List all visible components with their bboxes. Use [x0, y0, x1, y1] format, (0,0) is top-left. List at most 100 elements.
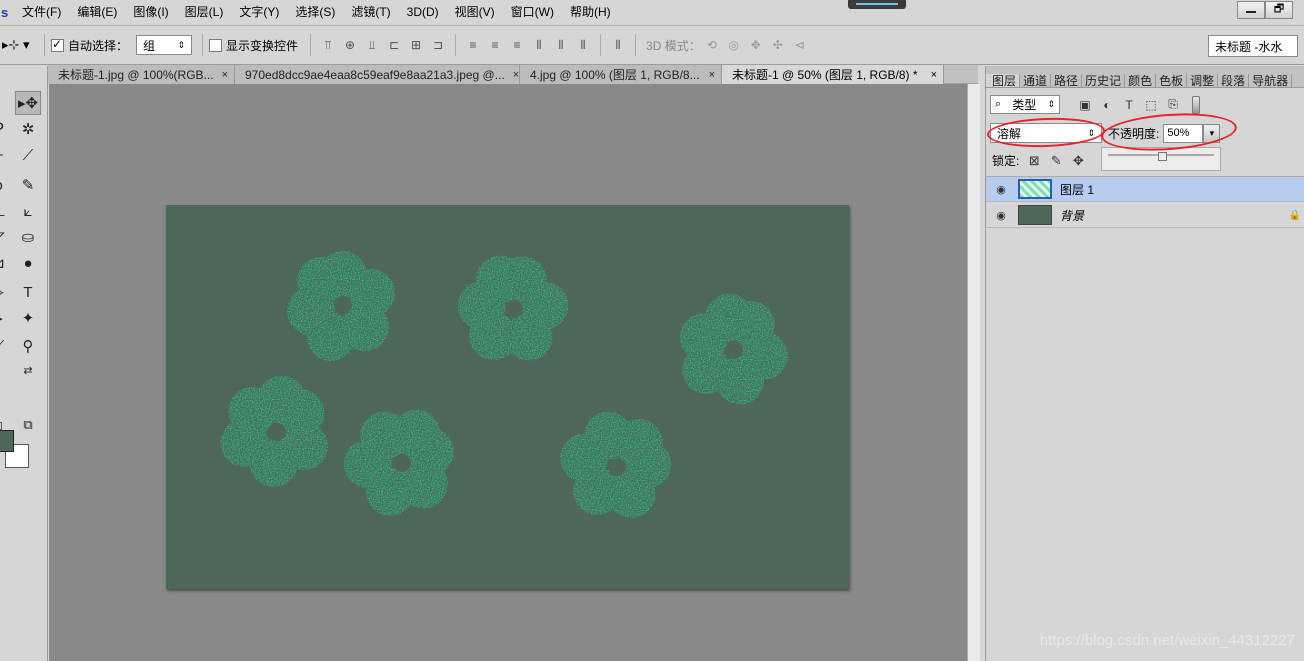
show-transform-checkbox[interactable] [209, 38, 223, 52]
tab-history[interactable]: 历史记 [1082, 74, 1126, 88]
tab-channels[interactable]: 通道 [1020, 74, 1052, 88]
type-filter-icon[interactable]: T [1118, 98, 1140, 112]
document-workspace[interactable] [49, 84, 967, 661]
tab-navigator[interactable]: 导航器 [1249, 74, 1293, 88]
align-hcenter-icon[interactable]: ⊞ [405, 34, 427, 56]
move-tool-icon[interactable]: ▸✥ [15, 91, 41, 115]
lock-transparent-icon[interactable]: ⊠ [1023, 153, 1045, 169]
layer-name[interactable]: 图层 1 [1060, 181, 1094, 198]
swap-colors-icon[interactable]: ⇄ [15, 358, 41, 382]
layer-name[interactable]: 背景 [1060, 207, 1084, 224]
tab-paragraph[interactable]: 段落 [1218, 74, 1250, 88]
3d-pan-icon[interactable]: ✥ [745, 34, 767, 56]
shape-filter-icon[interactable]: ⬚ [1140, 98, 1162, 112]
align-top-icon[interactable]: ⫪ [317, 34, 339, 56]
quick-mask-icon[interactable]: ◻ [0, 413, 4, 437]
paint-bucket-icon[interactable]: ⛀ [15, 225, 41, 249]
move-tool-preset-icon[interactable]: ▸⊹ ▾ [0, 37, 38, 53]
auto-align-icon[interactable]: ⫴ [607, 34, 629, 56]
workspace-select[interactable]: 未标题 -水水 [1208, 35, 1298, 57]
menu-3d[interactable]: 3D(D) [399, 0, 447, 25]
brush-icon[interactable]: ✎ [15, 173, 41, 197]
3d-scale-icon[interactable]: ⊲ [789, 34, 811, 56]
doc-tab[interactable]: 4.jpg @ 100% (图层 1, RGB/8... × [520, 65, 722, 84]
dodge-tool-icon[interactable]: ● [15, 251, 41, 275]
history-brush-icon[interactable]: ⟀ [15, 199, 41, 223]
tab-paths[interactable]: 路径 [1051, 74, 1083, 88]
pixel-filter-icon[interactable]: ▣ [1074, 98, 1096, 112]
doc-tab[interactable]: 未标题-1.jpg @ 100%(RGB... × [48, 65, 235, 84]
menu-help[interactable]: 帮助(H) [562, 0, 619, 25]
stamp-tool-icon[interactable]: ⊥ [0, 199, 6, 223]
menu-image[interactable]: 图像(I) [125, 0, 176, 25]
opacity-input[interactable]: 50% [1163, 123, 1204, 143]
tab-color[interactable]: 颜色 [1125, 74, 1157, 88]
align-right-icon[interactable]: ⊐ [427, 34, 449, 56]
layer-row[interactable]: ◉ 背景 🔒 [986, 203, 1304, 228]
path-select-icon[interactable]: ▸ [0, 306, 4, 330]
layer-row[interactable]: ◉ 图层 1 [986, 177, 1304, 202]
close-icon[interactable]: × [222, 69, 228, 81]
type-tool-icon[interactable]: T [15, 280, 41, 304]
align-vcenter-icon[interactable]: ⊕ [339, 34, 361, 56]
auto-select-checkbox[interactable] [51, 37, 64, 52]
blur-tool-icon[interactable]: ⊿ [0, 251, 5, 275]
vertical-scrollbar[interactable] [967, 84, 980, 661]
adjustment-filter-icon[interactable]: ◐ [1096, 98, 1118, 112]
tab-swatches[interactable]: 色板 [1156, 74, 1188, 88]
menu-filter[interactable]: 滤镜(T) [343, 0, 398, 25]
distribute-vcenter-icon[interactable]: ≡ [484, 34, 506, 56]
shape-tool-icon[interactable]: ✦ [15, 306, 41, 330]
eraser-icon[interactable]: ◸ [0, 225, 5, 249]
minimize-button[interactable] [1237, 1, 1265, 19]
distribute-hcenter-icon[interactable]: ⦀ [550, 34, 572, 56]
lock-position-icon[interactable]: ✥ [1067, 153, 1089, 169]
restore-button[interactable]: 🗗 [1265, 1, 1293, 19]
lock-image-icon[interactable]: ✎ [1045, 153, 1067, 169]
screen-mode-icon[interactable]: ⧉ [15, 413, 41, 437]
chevron-down-icon: ▾ [1209, 127, 1215, 138]
3d-slide-icon[interactable]: ✣ [767, 34, 789, 56]
filter-toggle-icon[interactable] [1192, 95, 1200, 114]
menu-view[interactable]: 视图(V) [447, 0, 503, 25]
zoom-tool-icon[interactable]: ⚲ [15, 334, 41, 358]
align-bottom-icon[interactable]: ⫫ [361, 34, 383, 56]
opacity-dropdown-button[interactable]: ▾ [1203, 123, 1221, 143]
3d-rotate-icon[interactable]: ⟲ [701, 34, 723, 56]
close-icon[interactable]: × [709, 69, 715, 81]
tab-layers[interactable]: 图层 [986, 74, 1021, 88]
3d-roll-icon[interactable]: ◎ [723, 34, 745, 56]
menu-select[interactable]: 选择(S) [287, 0, 343, 25]
lasso-tool-icon[interactable]: ᑭ [0, 117, 4, 141]
distribute-top-icon[interactable]: ≡ [462, 34, 484, 56]
tab-adjustments[interactable]: 调整 [1187, 74, 1219, 88]
smart-object-filter-icon[interactable]: ⎘ [1162, 97, 1184, 112]
menu-window[interactable]: 窗口(W) [503, 0, 562, 25]
align-left-icon[interactable]: ⊏ [383, 34, 405, 56]
healing-tool-icon[interactable]: ᴐ [0, 173, 4, 197]
close-icon[interactable]: × [513, 69, 519, 81]
kind-filter-select[interactable]: ⌕ 类型 ⇕ [990, 95, 1060, 114]
distribute-right-icon[interactable]: ⦀ [572, 34, 594, 56]
eye-icon[interactable]: ◉ [986, 209, 1016, 222]
menu-edit[interactable]: 编辑(E) [69, 0, 125, 25]
menu-type[interactable]: 文字(Y) [231, 0, 287, 25]
doc-tab[interactable]: 970ed8dcc9ae4eaa8c59eaf9e8aa21a3.jpeg @.… [235, 65, 520, 84]
doc-tab-active[interactable]: 未标题-1 @ 50% (图层 1, RGB/8) * × [722, 65, 944, 84]
distribute-left-icon[interactable]: ⦀ [528, 34, 550, 56]
menu-layer[interactable]: 图层(L) [177, 0, 232, 25]
blend-mode-select[interactable]: 溶解 ⇕ [990, 123, 1102, 143]
menu-file[interactable]: 文件(F) [14, 0, 69, 25]
magic-wand-icon[interactable]: ✲ [15, 117, 41, 141]
crop-tool-icon[interactable]: ⌐ [0, 143, 4, 167]
close-icon[interactable]: × [931, 69, 937, 81]
distribute-bottom-icon[interactable]: ≡ [506, 34, 528, 56]
eyedropper-icon[interactable]: ⟋ [15, 143, 41, 167]
marquee-tool-icon[interactable]: ⋮ [0, 91, 7, 115]
eye-icon[interactable]: ◉ [986, 183, 1016, 196]
hand-tool-icon[interactable]: ⟋ [0, 334, 4, 358]
opacity-slider[interactable] [1101, 147, 1221, 171]
pen-tool-icon[interactable]: ⟡ [0, 280, 4, 304]
document-canvas[interactable] [166, 205, 849, 589]
auto-select-dropdown[interactable]: 组 ⇕ [136, 35, 193, 55]
